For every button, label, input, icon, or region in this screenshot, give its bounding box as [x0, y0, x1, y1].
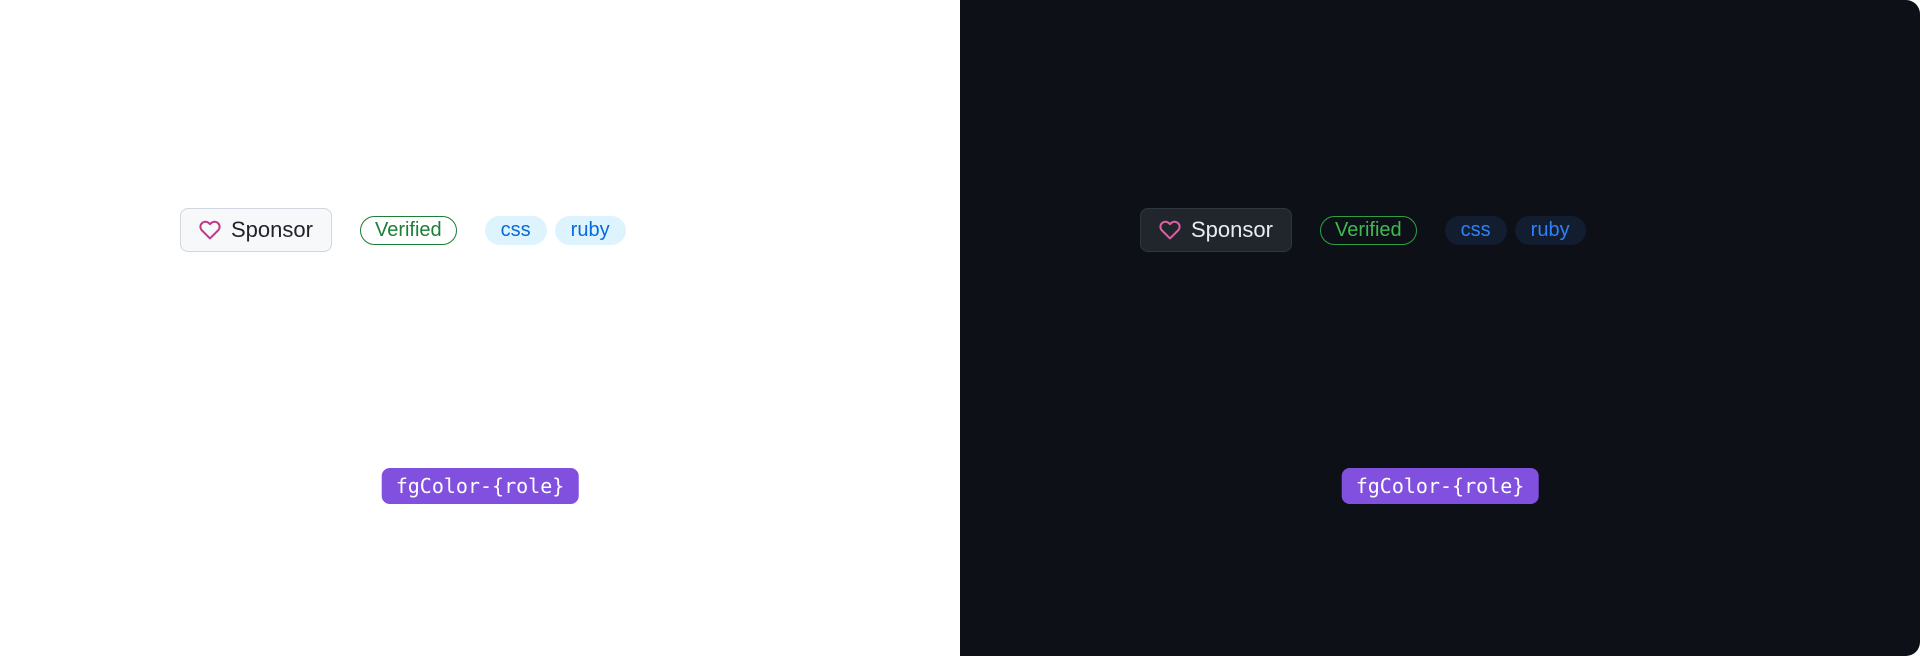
topic-group: css ruby — [1445, 216, 1586, 245]
topic-group: css ruby — [485, 216, 626, 245]
token-name-chip: fgColor-{role} — [382, 468, 579, 504]
topic-tag[interactable]: ruby — [1515, 216, 1586, 245]
verified-label: Verified — [375, 219, 442, 242]
verified-badge: Verified — [360, 216, 457, 245]
component-row: Sponsor Verified css ruby — [1140, 208, 1586, 252]
heart-icon — [199, 219, 221, 241]
sponsor-button[interactable]: Sponsor — [180, 208, 332, 252]
heart-icon — [1159, 219, 1181, 241]
dark-theme-panel: Sponsor Verified css ruby fgColor-{role} — [960, 0, 1920, 656]
sponsor-label: Sponsor — [1191, 217, 1273, 243]
verified-label: Verified — [1335, 219, 1402, 242]
light-theme-panel: Sponsor Verified css ruby fgColor-{role} — [0, 0, 960, 656]
topic-tag[interactable]: css — [1445, 216, 1507, 245]
token-name-text: fgColor-{role} — [1356, 474, 1525, 498]
token-name-chip: fgColor-{role} — [1342, 468, 1539, 504]
verified-badge: Verified — [1320, 216, 1417, 245]
topic-tag[interactable]: ruby — [555, 216, 626, 245]
token-name-text: fgColor-{role} — [396, 474, 565, 498]
sponsor-label: Sponsor — [231, 217, 313, 243]
sponsor-button[interactable]: Sponsor — [1140, 208, 1292, 252]
topic-tag[interactable]: css — [485, 216, 547, 245]
component-row: Sponsor Verified css ruby — [180, 208, 626, 252]
